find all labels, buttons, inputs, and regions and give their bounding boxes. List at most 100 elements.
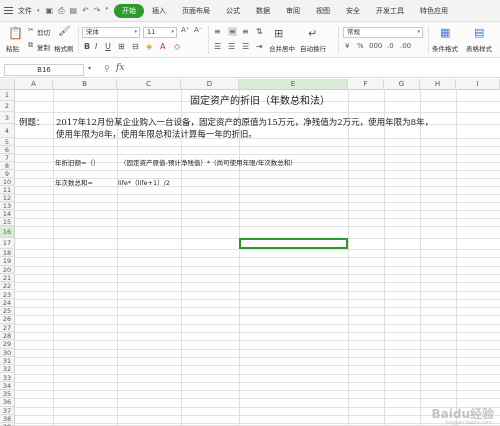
row-header-14[interactable]: 14 — [0, 210, 15, 218]
row-header-31[interactable]: 31 — [0, 356, 15, 366]
tab-security[interactable]: 安全 — [338, 3, 368, 19]
hamburger-icon[interactable] — [4, 7, 13, 14]
fx-icon[interactable]: fx — [116, 63, 124, 73]
border-icon[interactable]: ⊞ — [118, 42, 125, 51]
row-header-27[interactable]: 27 — [0, 323, 15, 332]
row-header-29[interactable]: 29 — [0, 340, 15, 349]
align-left-icon[interactable]: ☰ — [214, 42, 221, 51]
paste-button[interactable]: 粘贴 — [6, 43, 19, 53]
format-painter-button[interactable]: 格式刷 — [54, 43, 74, 53]
row-header-3[interactable]: 3 — [0, 112, 15, 124]
row-header-4[interactable]: 4 — [0, 124, 15, 138]
number-format-select[interactable]: 常规 ▾ — [343, 27, 423, 38]
row-header-20[interactable]: 20 — [0, 265, 15, 274]
row-header-1[interactable]: 1 — [0, 90, 15, 101]
tab-home[interactable]: 开始 — [113, 3, 144, 18]
row-header-8[interactable]: 8 — [0, 162, 15, 170]
chevron-down-icon[interactable]: ▾ — [37, 8, 40, 14]
tab-insert[interactable]: 插入 — [144, 3, 174, 19]
tab-special-apps[interactable]: 特色应用 — [412, 3, 456, 19]
row-header-38[interactable]: 38 — [0, 415, 15, 424]
row-header-26[interactable]: 26 — [0, 315, 15, 324]
tab-formulas[interactable]: 公式 — [218, 3, 248, 19]
chevron-down-icon[interactable]: ▾ — [105, 6, 108, 16]
row-header-13[interactable]: 13 — [0, 202, 15, 210]
decrease-decimal-icon[interactable]: .00 — [400, 42, 411, 50]
row-header-34[interactable]: 34 — [0, 381, 15, 391]
conditional-format-icon[interactable]: ▦ — [440, 26, 450, 39]
undo-icon[interactable]: ↶ — [82, 6, 89, 16]
print-preview-icon[interactable]: ▤ — [69, 6, 77, 16]
row-header-37[interactable]: 37 — [0, 406, 15, 415]
active-cell-selection[interactable] — [239, 238, 348, 249]
currency-icon[interactable]: ¥ — [345, 42, 349, 50]
formula-input[interactable] — [132, 64, 496, 76]
column-header-e[interactable]: E — [239, 79, 348, 90]
fill-color-icon[interactable]: ◈ — [146, 42, 152, 51]
table-style-button[interactable]: 表格样式 — [466, 43, 492, 53]
name-box[interactable]: B16 — [4, 64, 84, 76]
row-header-6[interactable]: 6 — [0, 146, 15, 154]
row-header-11[interactable]: 11 — [0, 186, 15, 194]
row-header-18[interactable]: 18 — [0, 249, 15, 258]
paste-icon[interactable]: 📋 — [8, 26, 23, 40]
column-header-g[interactable]: G — [384, 79, 420, 90]
column-header-c[interactable]: C — [117, 79, 181, 90]
eraser-icon[interactable]: ◇ — [174, 42, 180, 51]
row-header-9[interactable]: 9 — [0, 170, 15, 178]
row-header-35[interactable]: 35 — [0, 390, 15, 399]
zoom-icon[interactable]: ⚲ — [104, 64, 110, 73]
italic-icon[interactable]: I — [95, 42, 97, 51]
underline-icon[interactable]: U — [105, 42, 111, 51]
row-header-7[interactable]: 7 — [0, 154, 15, 162]
decrease-font-icon[interactable]: A⁻ — [194, 26, 202, 34]
align-bottom-icon[interactable]: ≡ — [242, 27, 249, 36]
row-header-16[interactable]: 16 — [0, 226, 15, 238]
row-header-15[interactable]: 15 — [0, 218, 15, 226]
tab-developer[interactable]: 开发工具 — [368, 3, 412, 19]
row-header-21[interactable]: 21 — [0, 273, 15, 283]
redo-icon[interactable]: ↷ — [94, 6, 101, 16]
copy-button[interactable]: 复制 — [37, 42, 50, 52]
row-header-23[interactable]: 23 — [0, 290, 15, 299]
column-header-d[interactable]: D — [181, 79, 239, 90]
align-middle-icon[interactable]: ≡ — [228, 27, 237, 36]
indent-icon[interactable]: ⇥ — [256, 42, 263, 51]
tab-review[interactable]: 审阅 — [278, 3, 308, 19]
align-right-icon[interactable]: ☰ — [242, 42, 249, 51]
cut-button[interactable]: 剪切 — [37, 27, 50, 37]
file-menu[interactable]: 文件 — [16, 6, 34, 16]
row-header-33[interactable]: 33 — [0, 373, 15, 382]
tab-page-layout[interactable]: 页面布局 — [174, 3, 218, 19]
percent-icon[interactable]: % — [357, 42, 364, 50]
merge-cells-icon[interactable]: ⊟ — [132, 42, 139, 51]
row-header-10[interactable]: 10 — [0, 178, 15, 186]
column-header-b[interactable]: B — [53, 79, 117, 90]
column-header-h[interactable]: H — [420, 79, 456, 90]
row-header-22[interactable]: 22 — [0, 282, 15, 291]
row-header-28[interactable]: 28 — [0, 332, 15, 341]
column-header-i[interactable]: I — [456, 79, 500, 90]
increase-font-icon[interactable]: A⁺ — [181, 26, 189, 34]
thousands-icon[interactable]: 000 — [369, 42, 382, 50]
row-header-30[interactable]: 30 — [0, 348, 15, 357]
save-icon[interactable]: ▣ — [46, 6, 54, 16]
row-header-5[interactable]: 5 — [0, 138, 15, 146]
font-color-icon[interactable]: A — [160, 42, 165, 51]
table-style-icon[interactable]: ▤ — [474, 26, 484, 39]
row-header-17[interactable]: 17 — [0, 238, 15, 249]
row-header-32[interactable]: 32 — [0, 365, 15, 374]
row-header-24[interactable]: 24 — [0, 298, 15, 308]
font-name-select[interactable]: 宋体 ▾ — [82, 27, 140, 38]
font-size-select[interactable]: 11 ▾ — [143, 27, 177, 38]
row-header-12[interactable]: 12 — [0, 194, 15, 202]
tab-view[interactable]: 视图 — [308, 3, 338, 19]
increase-decimal-icon[interactable]: .0 — [387, 42, 394, 50]
format-painter-icon[interactable]: 🖌 — [58, 26, 71, 37]
chevron-down-icon[interactable]: ▾ — [88, 65, 91, 72]
copy-icon[interactable]: ⧉ — [28, 41, 33, 50]
merge-center-button[interactable]: 合并居中 — [269, 43, 295, 53]
row-header-25[interactable]: 25 — [0, 307, 15, 316]
row-header-36[interactable]: 36 — [0, 398, 15, 407]
bold-icon[interactable]: B — [84, 42, 90, 51]
